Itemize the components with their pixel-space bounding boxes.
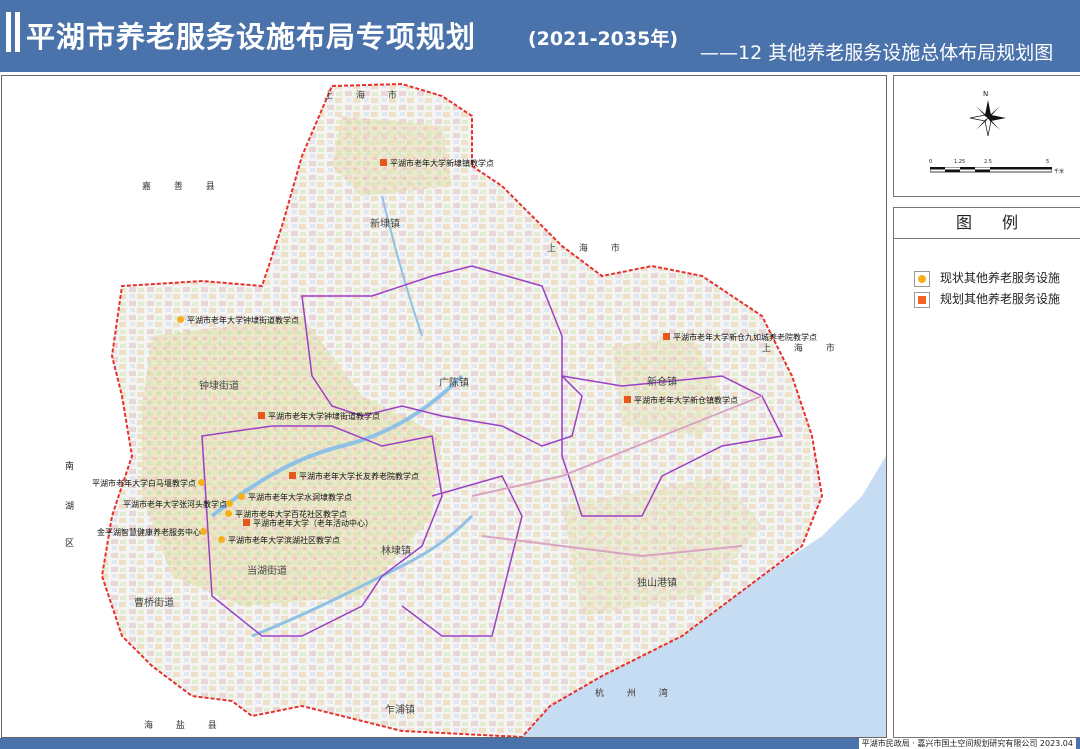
neighbor-label-nanhu: 区 bbox=[65, 539, 75, 549]
legend-title: 图例 bbox=[894, 208, 1080, 239]
footer-credit: 平湖市民政局 · 嘉兴市国土空间规划研究有限公司 2023.04 bbox=[858, 738, 1076, 749]
planned-facility-icon bbox=[918, 296, 926, 304]
legend-item-label: 规划其他养老服务设施 bbox=[940, 292, 1061, 306]
xindai-urban bbox=[332, 116, 452, 196]
map-subtitle: ——12 其他养老服务设施总体布局规划图 bbox=[700, 42, 1054, 64]
town-label-zhapu: 乍浦镇 bbox=[385, 705, 415, 716]
town-label-danghu: 当湖街道 bbox=[247, 566, 287, 577]
existing-facility-icon bbox=[200, 528, 207, 535]
map-svg bbox=[100, 82, 886, 737]
facility-label: 金平湖智慧健康养老服务中心 bbox=[97, 528, 201, 537]
planned-facility-icon bbox=[258, 412, 265, 419]
neighbor-label-shanghai: 上 海 市 bbox=[547, 244, 630, 254]
facility-label: 平湖市老年大学钟埭街道教学点 bbox=[187, 316, 299, 325]
facility-label: 平湖市老年大学滨湖社区教学点 bbox=[228, 536, 340, 545]
town-label-xindai: 新埭镇 bbox=[370, 219, 400, 230]
facility-label: 平湖市老年大学新仓镇教学点 bbox=[634, 396, 738, 405]
title-bar-decoration bbox=[15, 12, 20, 52]
legend-symbol-box bbox=[914, 271, 930, 287]
town-label-zhongdai: 钟埭街道 bbox=[199, 381, 239, 392]
scale-unit: 千米 bbox=[1054, 169, 1065, 175]
map-canvas[interactable]: 上 海 市 嘉 善 县 上 海 市 上 海 市 南 湖 区 海 盐 县 杭 州 … bbox=[1, 75, 887, 738]
legend-symbol-box bbox=[914, 292, 930, 308]
planned-facility-icon bbox=[663, 333, 670, 340]
north-label: N bbox=[983, 90, 989, 98]
scale-tick: 5 bbox=[1046, 159, 1050, 165]
scale-tick: 2.5 bbox=[984, 159, 992, 165]
neighbor-label-shanghai: 上 海 市 bbox=[324, 91, 407, 101]
scale-tick: 0 bbox=[929, 159, 933, 165]
neighbor-label-nanhu: 湖 bbox=[65, 502, 75, 512]
facility-label: 平湖市老年大学钟埭街道教学点 bbox=[268, 412, 380, 421]
facility-label: 平湖市老年大学张河头教学点 bbox=[123, 500, 227, 509]
scale-bar bbox=[930, 167, 1052, 173]
legend-item-label: 现状其他养老服务设施 bbox=[940, 271, 1061, 285]
scale-tick: 1.25 bbox=[954, 159, 966, 165]
north-arrow-icon bbox=[970, 100, 1006, 136]
title-banner: 平湖市养老服务设施布局专项规划 (2021-2035年) ——12 其他养老服务… bbox=[0, 0, 1080, 72]
title-bar-decoration bbox=[6, 12, 11, 52]
town-label-caoqiao: 曹桥街道 bbox=[134, 598, 174, 609]
existing-facility-icon bbox=[918, 275, 926, 283]
map-title: 平湖市养老服务设施布局专项规划 bbox=[26, 20, 477, 54]
planned-facility-icon bbox=[624, 396, 631, 403]
town-label-xincang: 新仓镇 bbox=[647, 377, 677, 388]
legend-panel: 图例 现状其他养老服务设施 规划其他养老服务设施 bbox=[893, 207, 1080, 738]
facility-label: 平湖市老年大学新仓九如城养老院教学点 bbox=[673, 333, 817, 342]
facility-label: 平湖市老年大学白马堰教学点 bbox=[92, 479, 196, 488]
facility-label: 平湖市老年大学新埭镇教学点 bbox=[390, 159, 494, 168]
neighbor-label-haiyan: 海 盐 县 bbox=[144, 721, 227, 731]
facility-label: 平湖市老年大学水洞埭教学点 bbox=[248, 493, 352, 502]
existing-facility-icon bbox=[218, 536, 225, 543]
town-label-guangchen: 广陈镇 bbox=[439, 378, 469, 389]
neighbor-label-jiashan: 嘉 善 县 bbox=[142, 182, 225, 192]
facility-label: 平湖市老年大学（老年活动中心） bbox=[253, 519, 373, 528]
neighbor-label-nanhu: 南 bbox=[65, 462, 75, 472]
planned-facility-icon bbox=[289, 472, 296, 479]
existing-facility-icon bbox=[238, 493, 245, 500]
town-label-dushangang: 独山港镇 bbox=[637, 578, 677, 589]
existing-facility-icon bbox=[226, 500, 233, 507]
map-years: (2021-2035年) bbox=[528, 28, 679, 50]
facility-label: 平湖市老年大学长友养老院教学点 bbox=[299, 472, 419, 481]
north-arrow-panel: N 0 1.25 2.5 5 千米 bbox=[893, 75, 1080, 197]
planned-facility-icon bbox=[243, 519, 250, 526]
town-label-linda: 林埭镇 bbox=[381, 546, 411, 557]
sea-label-hangzhou-bay: 杭 州 湾 bbox=[595, 689, 678, 699]
existing-facility-icon bbox=[225, 510, 232, 517]
existing-facility-icon bbox=[177, 316, 184, 323]
existing-facility-icon bbox=[198, 479, 205, 486]
planned-facility-icon bbox=[380, 159, 387, 166]
